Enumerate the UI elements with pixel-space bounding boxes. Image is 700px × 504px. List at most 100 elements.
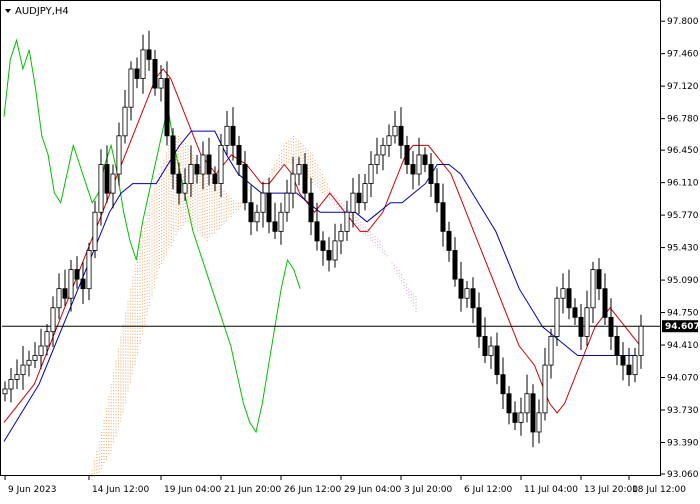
candle-body xyxy=(452,250,458,280)
candle-body xyxy=(128,68,134,108)
candle-body xyxy=(50,307,56,333)
candle-body xyxy=(68,269,74,299)
candle-body xyxy=(152,59,158,89)
candle-body xyxy=(32,355,38,361)
candle-body xyxy=(332,240,338,261)
y-tick-label: 93.390 xyxy=(667,438,699,448)
y-tick-label: 97.120 xyxy=(667,82,699,92)
candle-body xyxy=(482,336,488,356)
y-tick-label: 94.070 xyxy=(667,374,699,384)
chart-window[interactable]: 97.800 97.460 97.120 96.780 96.450 96.110 95.7… xyxy=(0,0,700,500)
candle-body xyxy=(374,154,380,165)
candle-body xyxy=(110,173,116,194)
candle-body xyxy=(86,250,92,290)
candle-body xyxy=(380,144,386,156)
candle-body xyxy=(590,269,596,309)
candle-body xyxy=(266,192,272,223)
candle-body xyxy=(212,173,218,184)
candle-body xyxy=(134,68,140,79)
candle-body xyxy=(350,192,356,213)
candle-body xyxy=(548,336,554,366)
candle-body xyxy=(326,250,332,261)
candle-body xyxy=(230,125,236,146)
candle-body xyxy=(224,125,230,146)
candle-body xyxy=(284,192,290,213)
candle-body xyxy=(176,173,182,194)
candle-body xyxy=(26,359,32,366)
candle-body xyxy=(14,374,20,380)
candle-body xyxy=(188,164,194,184)
candle-body xyxy=(158,78,164,89)
candle-body xyxy=(464,288,470,299)
candle-body xyxy=(122,106,128,137)
x-tick-label: 13 Jul 20:00 xyxy=(584,485,638,495)
y-tick-label: 95.770 xyxy=(667,211,699,221)
y-tick-label: 96.780 xyxy=(667,115,699,125)
candle-body xyxy=(98,164,104,213)
candle-body xyxy=(494,345,500,376)
candle-body xyxy=(74,269,80,280)
y-tick-label: 95.430 xyxy=(667,244,699,254)
candle-body xyxy=(506,393,512,414)
candle-body xyxy=(608,316,614,337)
symbol-title: AUDJPY,H4 xyxy=(15,6,69,17)
candle-body xyxy=(314,221,320,242)
x-tick-label: 11 Jul 04:00 xyxy=(524,485,578,495)
candle-body xyxy=(422,154,428,165)
candle-body xyxy=(488,345,494,356)
candle-body xyxy=(416,154,422,175)
candle-body xyxy=(572,307,578,318)
candle-body xyxy=(200,154,206,175)
candle-body xyxy=(20,364,26,376)
y-tick-label: 93.060 xyxy=(667,470,699,480)
candle-body xyxy=(392,125,398,137)
candle-body xyxy=(56,288,62,309)
y-tick-label: 95.090 xyxy=(667,276,699,286)
candle-body xyxy=(536,412,542,433)
candle-body xyxy=(584,307,590,337)
y-tick-label: 94.410 xyxy=(667,341,699,351)
candle-body xyxy=(356,192,362,204)
candle-body xyxy=(620,355,626,366)
candle-body xyxy=(344,211,350,232)
candle-body xyxy=(398,125,404,146)
candle-body xyxy=(2,388,8,395)
candle-body xyxy=(470,288,476,309)
x-tick-label: 26 Jun 12:00 xyxy=(284,485,341,495)
candle-body xyxy=(62,288,68,299)
candle-body xyxy=(500,374,506,395)
candle-body xyxy=(626,364,632,376)
candle-body xyxy=(410,164,416,175)
candle-body xyxy=(338,230,344,242)
candle-body xyxy=(596,269,602,290)
x-tick-label: 3 Jul 20:00 xyxy=(404,485,453,495)
candle-body xyxy=(308,192,314,223)
candle-body xyxy=(428,164,434,184)
candle-body xyxy=(560,288,566,299)
candle-body xyxy=(218,144,224,184)
candle-body xyxy=(386,135,392,146)
candle-body xyxy=(80,278,86,290)
candle-body xyxy=(368,164,374,184)
candle-body xyxy=(38,345,44,356)
candle-body xyxy=(248,202,254,223)
candle-body xyxy=(182,183,188,194)
price-chart[interactable]: 97.800 97.460 97.120 96.780 96.450 96.110 95.7… xyxy=(0,0,700,500)
candle-body xyxy=(446,230,452,251)
candle-body xyxy=(92,211,98,251)
x-tick-label: 29 Jun 04:00 xyxy=(344,485,401,495)
candle-body xyxy=(566,288,572,309)
candle-body xyxy=(476,307,482,337)
candle-body xyxy=(170,135,176,175)
candle-body xyxy=(194,164,200,175)
candle-body xyxy=(362,183,368,204)
candle-body xyxy=(140,49,146,79)
chart-header: AUDJPY,H4 xyxy=(5,6,69,17)
y-tick-label: 93.730 xyxy=(667,406,699,416)
candle-body xyxy=(458,278,464,299)
candle-body xyxy=(524,393,530,414)
candle-body xyxy=(146,49,152,60)
x-tick-label: 9 Jun 2023 xyxy=(8,485,56,495)
x-tick-label: 18 Jul 12:00 xyxy=(632,485,686,495)
candle-body xyxy=(236,144,242,165)
